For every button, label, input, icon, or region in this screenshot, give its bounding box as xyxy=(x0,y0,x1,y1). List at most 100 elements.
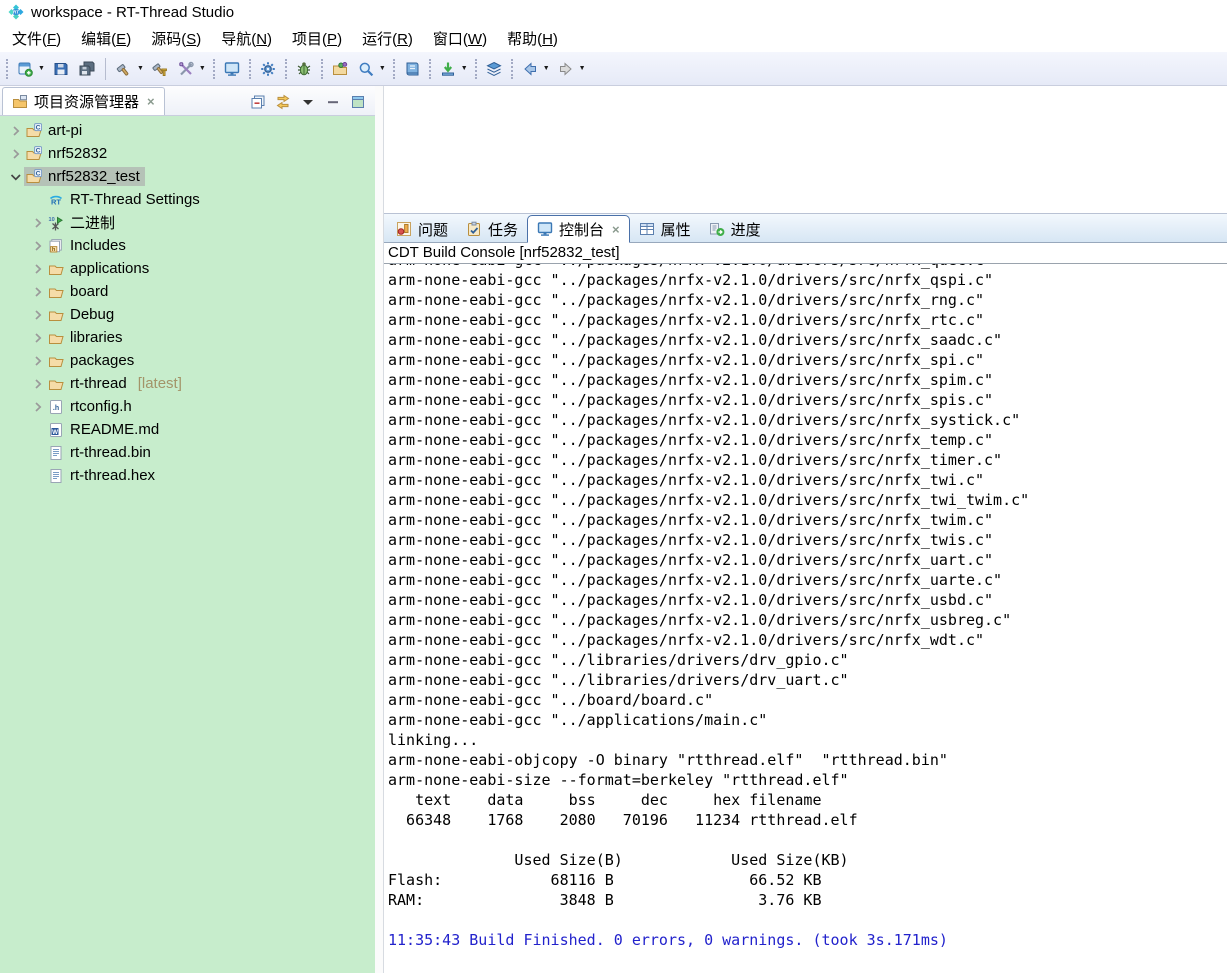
progress-icon xyxy=(709,221,725,237)
settings-gear-button[interactable] xyxy=(255,57,281,81)
tree-item-rtconfig-h[interactable]: .hrtconfig.h xyxy=(0,395,375,418)
dropdown-caret-icon[interactable]: ▼ xyxy=(461,65,468,72)
tree-item-content[interactable]: Debug xyxy=(46,305,119,324)
console-icon xyxy=(537,221,553,237)
tree-item-content[interactable]: libraries xyxy=(46,328,128,347)
tree-item-content[interactable]: Cnrf52832 xyxy=(24,144,112,163)
tab-properties[interactable]: 属性 xyxy=(630,216,700,242)
tree-item-rt-thread-settings[interactable]: RTRT-Thread Settings xyxy=(0,188,375,211)
tree-item-content[interactable]: packages xyxy=(46,351,139,370)
maximize-button[interactable] xyxy=(350,94,366,110)
tab-progress[interactable]: 进度 xyxy=(700,216,770,242)
menu-item-e[interactable]: 编辑(E) xyxy=(71,25,141,52)
collapse-all-button[interactable] xyxy=(250,94,266,110)
tree-item-content[interactable]: rt-thread.bin xyxy=(46,443,156,462)
build-button[interactable] xyxy=(111,57,137,81)
menu-item-s[interactable]: 源码(S) xyxy=(141,25,211,52)
console-output[interactable]: arm-none-eabi-gcc "../packages/nrfx-v2.1… xyxy=(384,264,1227,973)
menu-item-w[interactable]: 窗口(W) xyxy=(423,25,497,52)
minimize-icon xyxy=(325,94,341,110)
menu-item-f[interactable]: 文件(F) xyxy=(2,25,71,52)
chevron-right-icon[interactable] xyxy=(30,399,46,415)
tree-item-libraries[interactable]: libraries xyxy=(0,326,375,349)
tree-item-readme-md[interactable]: WREADME.md xyxy=(0,418,375,441)
minimize-button[interactable] xyxy=(325,94,341,110)
tree-item-二进制[interactable]: 10二进制 xyxy=(0,211,375,234)
console-view: 问题任务控制台×属性进度 CDT Build Console [nrf52832… xyxy=(384,213,1227,973)
chevron-down-icon[interactable] xyxy=(8,169,24,185)
tree-item-content[interactable]: RTRT-Thread Settings xyxy=(46,190,205,209)
tab-console[interactable]: 控制台× xyxy=(527,215,630,243)
help-book-button[interactable] xyxy=(399,57,425,81)
tree-item-nrf52832[interactable]: Cnrf52832 xyxy=(0,142,375,165)
chevron-right-icon[interactable] xyxy=(30,238,46,254)
dropdown-caret-icon[interactable]: ▼ xyxy=(543,65,550,72)
tree-item-debug[interactable]: Debug xyxy=(0,303,375,326)
chevron-right-icon[interactable] xyxy=(8,123,24,139)
tree-item-rt-thread-bin[interactable]: rt-thread.bin xyxy=(0,441,375,464)
chevron-right-icon[interactable] xyxy=(30,330,46,346)
layers-button[interactable] xyxy=(481,57,507,81)
download-button[interactable] xyxy=(435,57,461,81)
title-bar: RT workspace - RT-Thread Studio xyxy=(0,0,1227,24)
tree-item-content[interactable]: rt-thread[latest] xyxy=(46,374,187,393)
includes-icon: h xyxy=(48,238,64,254)
menu-item-n[interactable]: 导航(N) xyxy=(211,25,282,52)
close-icon[interactable]: × xyxy=(147,94,155,109)
tree-item-content[interactable]: .hrtconfig.h xyxy=(46,397,137,416)
dropdown-caret-icon[interactable]: ▼ xyxy=(379,65,386,72)
tree-item-content[interactable]: Cnrf52832_test xyxy=(24,167,145,186)
tree-item-packages[interactable]: packages xyxy=(0,349,375,372)
dropdown-caret-icon[interactable]: ▼ xyxy=(38,65,45,72)
tab-project-explorer[interactable]: 项目资源管理器 × xyxy=(2,87,165,115)
terminal-button[interactable] xyxy=(219,57,245,81)
chevron-right-icon[interactable] xyxy=(30,307,46,323)
build-settings-button[interactable] xyxy=(173,57,199,81)
tree-item-content[interactable]: WREADME.md xyxy=(46,420,164,439)
chevron-right-icon[interactable] xyxy=(30,376,46,392)
chevron-right-icon[interactable] xyxy=(8,146,24,162)
chevron-right-icon[interactable] xyxy=(30,261,46,277)
chevron-right-icon[interactable] xyxy=(30,353,46,369)
save-button[interactable] xyxy=(48,57,74,81)
view-menu-icon xyxy=(300,94,316,110)
menu-item-h[interactable]: 帮助(H) xyxy=(497,25,568,52)
tree-item-applications[interactable]: applications xyxy=(0,257,375,280)
tree-item-content[interactable]: 10二进制 xyxy=(46,211,120,234)
tree-item-board[interactable]: board xyxy=(0,280,375,303)
tree-item-rt-thread-hex[interactable]: rt-thread.hex xyxy=(0,464,375,487)
menu-item-r[interactable]: 运行(R) xyxy=(352,25,423,52)
menu-item-p[interactable]: 项目(P) xyxy=(282,25,352,52)
tree-item-content[interactable]: rt-thread.hex xyxy=(46,466,160,485)
tree-item-nrf52832-test[interactable]: Cnrf52832_test xyxy=(0,165,375,188)
svg-text:h: h xyxy=(52,247,56,253)
dropdown-caret-icon[interactable]: ▼ xyxy=(199,65,206,72)
chevron-right-icon[interactable] xyxy=(30,284,46,300)
build-active-button[interactable] xyxy=(147,57,173,81)
console-line: arm-none-eabi-gcc "../packages/nrfx-v2.1… xyxy=(388,290,1227,310)
sdk-manager-button[interactable] xyxy=(327,57,353,81)
close-icon[interactable]: × xyxy=(612,222,620,237)
tree-item-rt-thread[interactable]: rt-thread[latest] xyxy=(0,372,375,395)
link-with-editor-button[interactable] xyxy=(275,94,291,110)
back-button[interactable] xyxy=(517,57,543,81)
forward-button[interactable] xyxy=(553,57,579,81)
search-button[interactable] xyxy=(353,57,379,81)
tab-tasks[interactable]: 任务 xyxy=(457,216,527,242)
tree-item-art-pi[interactable]: Cart-pi xyxy=(0,119,375,142)
debug-bug-button[interactable] xyxy=(291,57,317,81)
tree-item-content[interactable]: applications xyxy=(46,259,154,278)
panel-sash[interactable] xyxy=(375,86,383,973)
dropdown-caret-icon[interactable]: ▼ xyxy=(137,65,144,72)
tab-problems[interactable]: 问题 xyxy=(387,216,457,242)
tree-item-content[interactable]: Cart-pi xyxy=(24,121,87,140)
build-settings-icon xyxy=(178,61,194,77)
save-all-button[interactable] xyxy=(74,57,100,81)
view-menu-button[interactable] xyxy=(300,94,316,110)
tree-item-content[interactable]: board xyxy=(46,282,113,301)
tree-item-content[interactable]: hIncludes xyxy=(46,236,131,255)
chevron-right-icon[interactable] xyxy=(30,215,46,231)
new-wizard-button[interactable] xyxy=(12,57,38,81)
dropdown-caret-icon[interactable]: ▼ xyxy=(579,65,586,72)
tree-item-includes[interactable]: hIncludes xyxy=(0,234,375,257)
